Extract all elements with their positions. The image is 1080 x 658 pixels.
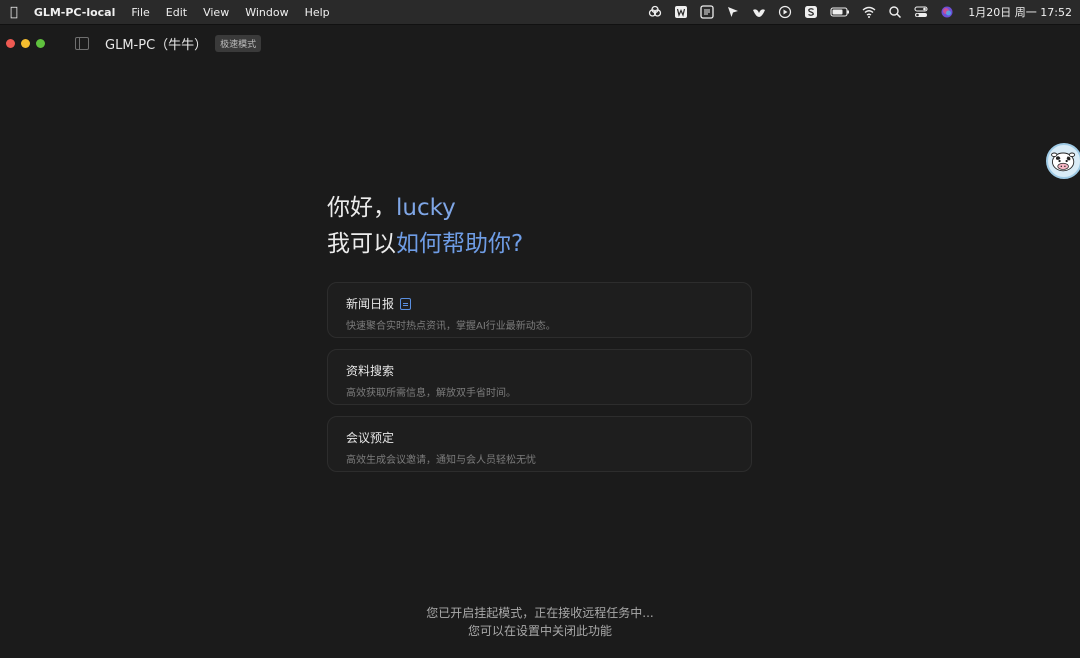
script-icon[interactable]: [804, 5, 818, 19]
cursor-icon[interactable]: [726, 5, 740, 19]
sidebar-toggle-icon[interactable]: [75, 36, 89, 50]
menu-edit[interactable]: Edit: [166, 6, 187, 19]
word-icon[interactable]: [674, 5, 688, 19]
card-news-daily[interactable]: 新闻日报 快速聚合实时热点资讯，掌握AI行业最新动态。: [327, 282, 752, 338]
scan-icon[interactable]: [700, 5, 714, 19]
macos-menubar:  GLM-PC-local File Edit View Window Hel…: [0, 0, 1080, 25]
card-description: 高效获取所需信息，解放双手省时间。: [346, 388, 516, 399]
wifi-icon[interactable]: [862, 5, 876, 19]
control-center-icon[interactable]: [914, 5, 928, 19]
card-title-row: 会议预定: [346, 429, 733, 446]
bird-icon[interactable]: [752, 5, 766, 19]
greeting-question-part-b: 如何帮助你?: [396, 231, 524, 257]
zoom-window-button[interactable]: [36, 38, 45, 48]
mode-badge[interactable]: 极速模式: [215, 34, 262, 52]
card-info-search[interactable]: 资料搜索 高效获取所需信息，解放双手省时间。: [327, 349, 752, 405]
window-title: GLM-PC（牛牛）: [105, 37, 208, 53]
card-title-row: 资料搜索: [346, 362, 733, 379]
card-title: 会议预定: [346, 431, 395, 445]
greeting-hello-text: 你好，: [327, 195, 396, 221]
menu-help[interactable]: Help: [305, 6, 330, 19]
play-icon[interactable]: [778, 5, 792, 19]
close-window-button[interactable]: [6, 38, 15, 48]
battery-icon[interactable]: [830, 5, 850, 19]
card-title-row: 新闻日报: [346, 295, 733, 312]
creative-cloud-icon[interactable]: [648, 5, 662, 19]
minimize-window-button[interactable]: [21, 38, 30, 48]
card-title: 资料搜索: [346, 364, 395, 378]
document-icon: [400, 297, 412, 310]
greeting-question-part-a: 我可以: [327, 231, 396, 257]
feature-cards: 新闻日报 快速聚合实时热点资讯，掌握AI行业最新动态。 资料搜索 高效获取所需信…: [327, 282, 752, 483]
greeting-hello: 你好，lucky: [327, 192, 523, 224]
traffic-lights: [6, 38, 51, 48]
greeting-username: lucky: [396, 195, 456, 221]
card-meeting-booking[interactable]: 会议预定 高效生成会议邀请，通知与会人员轻松无忧: [327, 416, 752, 472]
menu-file[interactable]: File: [131, 6, 149, 19]
greeting-question: 我可以如何帮助你?: [327, 226, 523, 262]
greeting: 你好，lucky 我可以如何帮助你?: [327, 192, 523, 262]
card-description: 高效生成会议邀请，通知与会人员轻松无忧: [346, 455, 536, 466]
menu-window[interactable]: Window: [245, 6, 288, 19]
search-icon[interactable]: [888, 5, 902, 19]
siri-icon[interactable]: [940, 5, 954, 19]
window-titlebar: GLM-PC（牛牛） 极速模式: [0, 25, 1080, 61]
menubar-clock[interactable]: 1月20日 周一 17:52: [968, 4, 1072, 20]
app-name-menu[interactable]: GLM-PC-local: [34, 6, 116, 19]
notice-line-2: 您可以在设置中关闭此功能: [467, 624, 612, 638]
apple-menu-icon[interactable]: : [10, 5, 18, 20]
notice-line-1: 您已开启挂起模式，正在接收远程任务中...: [426, 606, 654, 620]
card-title: 新闻日报: [346, 297, 395, 311]
cow-avatar-icon[interactable]: [1046, 143, 1080, 179]
menu-view[interactable]: View: [203, 6, 229, 19]
card-description: 快速聚合实时热点资讯，掌握AI行业最新动态。: [346, 321, 556, 332]
remote-mode-notice: 您已开启挂起模式，正在接收远程任务中... 您可以在设置中关闭此功能: [0, 604, 1080, 640]
